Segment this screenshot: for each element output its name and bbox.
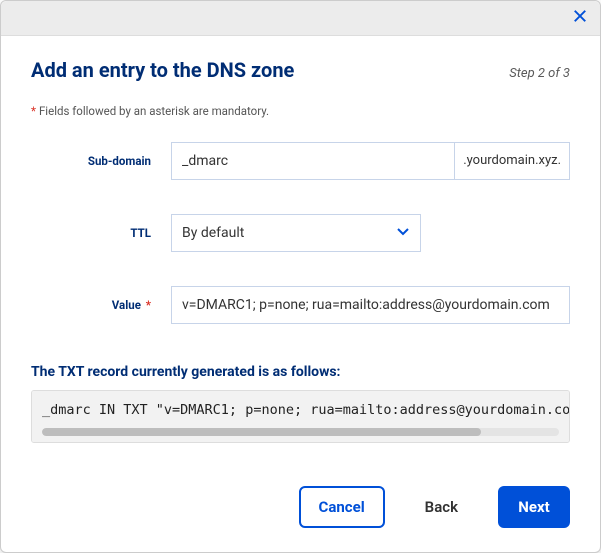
ttl-selected-value: By default [182,225,244,241]
mandatory-note: *Fields followed by an asterisk are mand… [31,104,570,118]
ttl-select[interactable]: By default [171,214,421,252]
back-button[interactable]: Back [407,486,476,528]
dns-entry-modal: Add an entry to the DNS zone Step 2 of 3… [0,0,601,553]
ttl-field-wrap: By default [171,214,570,252]
close-button[interactable] [570,8,590,28]
asterisk-icon: * [31,104,36,118]
value-input[interactable] [171,286,570,324]
scrollbar[interactable] [42,428,559,436]
step-indicator: Step 2 of 3 [509,66,570,81]
ttl-label: TTL [31,226,171,240]
title-row: Add an entry to the DNS zone Step 2 of 3 [31,58,570,82]
modal-content: Add an entry to the DNS zone Step 2 of 3… [1,36,600,468]
next-button[interactable]: Next [498,486,570,528]
cancel-button[interactable]: Cancel [299,486,385,528]
subdomain-input[interactable] [171,142,454,180]
value-field-wrap [171,286,570,324]
modal-footer: Cancel Back Next [1,468,600,552]
page-title: Add an entry to the DNS zone [31,58,294,82]
generated-record-text: _dmarc IN TXT "v=DMARC1; p=none; rua=mai… [42,402,570,418]
close-icon [573,9,587,27]
subdomain-suffix: .yourdomain.xyz. [454,142,570,180]
ttl-row: TTL By default [31,214,570,252]
generated-record-label: The TXT record currently generated is as… [31,364,570,380]
value-row: Value * [31,286,570,324]
generated-record-box[interactable]: _dmarc IN TXT "v=DMARC1; p=none; rua=mai… [31,390,570,443]
value-label: Value * [31,298,171,312]
subdomain-row: Sub-domain .yourdomain.xyz. [31,142,570,180]
asterisk-icon: * [143,298,151,312]
value-label-text: Value [112,298,141,312]
mandatory-note-text: Fields followed by an asterisk are manda… [39,104,269,118]
ttl-select-display: By default [171,214,421,252]
modal-header [1,1,600,36]
subdomain-label: Sub-domain [31,154,171,168]
subdomain-field-wrap: .yourdomain.xyz. [171,142,570,180]
